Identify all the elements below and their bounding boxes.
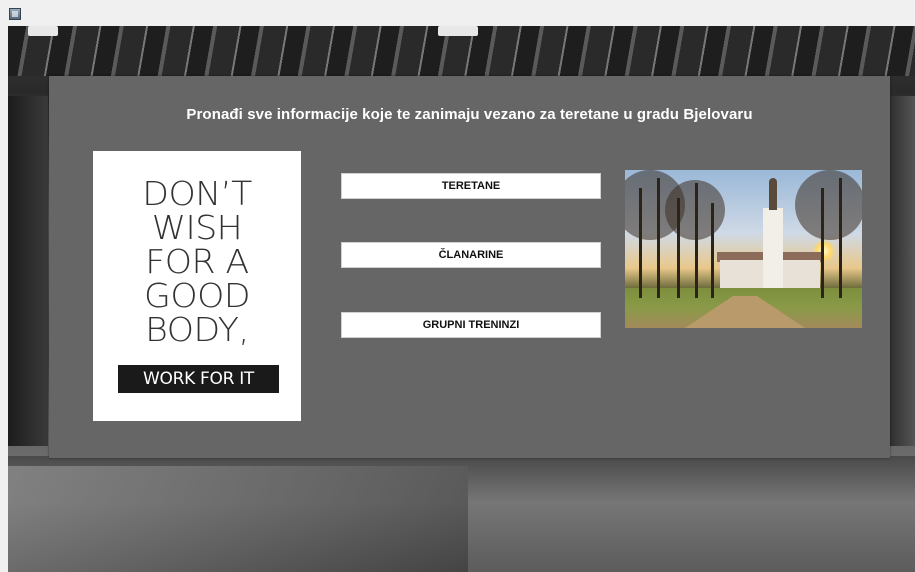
photo-tree <box>821 188 824 298</box>
photo-tree <box>711 203 714 298</box>
photo-tree <box>695 183 698 298</box>
gym-background-pillar <box>889 96 915 446</box>
photo-tree-canopy <box>795 170 862 240</box>
motivation-poster: DON’T WISH FOR A GOOD BODY, WORK FOR IT <box>93 151 301 421</box>
poster-tagline: WORK FOR IT <box>118 365 279 393</box>
app-icon <box>9 8 21 20</box>
page-title: Pronađi sve informacije koje te zanimaju… <box>186 106 753 123</box>
ceiling-light <box>28 26 58 36</box>
photo-tree <box>657 178 660 298</box>
photo-tree <box>677 198 680 298</box>
poster-line: DON’T <box>142 174 252 213</box>
gym-background-floor <box>8 456 915 572</box>
photo-tree <box>839 178 842 298</box>
main-panel: Pronađi sve informacije koje te zanimaju… <box>49 76 890 458</box>
group-trainings-button[interactable]: GRUPNI TRENINZI <box>341 312 601 338</box>
photo-tree <box>639 188 642 298</box>
poster-line: GOOD <box>144 276 251 315</box>
memberships-button[interactable]: ČLANARINE <box>341 242 601 268</box>
poster-line: BODY, <box>145 310 249 349</box>
gyms-button[interactable]: TERETANE <box>341 173 601 199</box>
gym-background-pillar <box>8 96 48 446</box>
poster-line: WISH <box>151 208 243 247</box>
poster-line: FOR A <box>145 242 249 281</box>
bjelovar-photo <box>625 170 862 328</box>
window-titlebar <box>0 0 915 26</box>
ceiling-light <box>438 26 478 36</box>
photo-church-spire <box>769 178 777 210</box>
